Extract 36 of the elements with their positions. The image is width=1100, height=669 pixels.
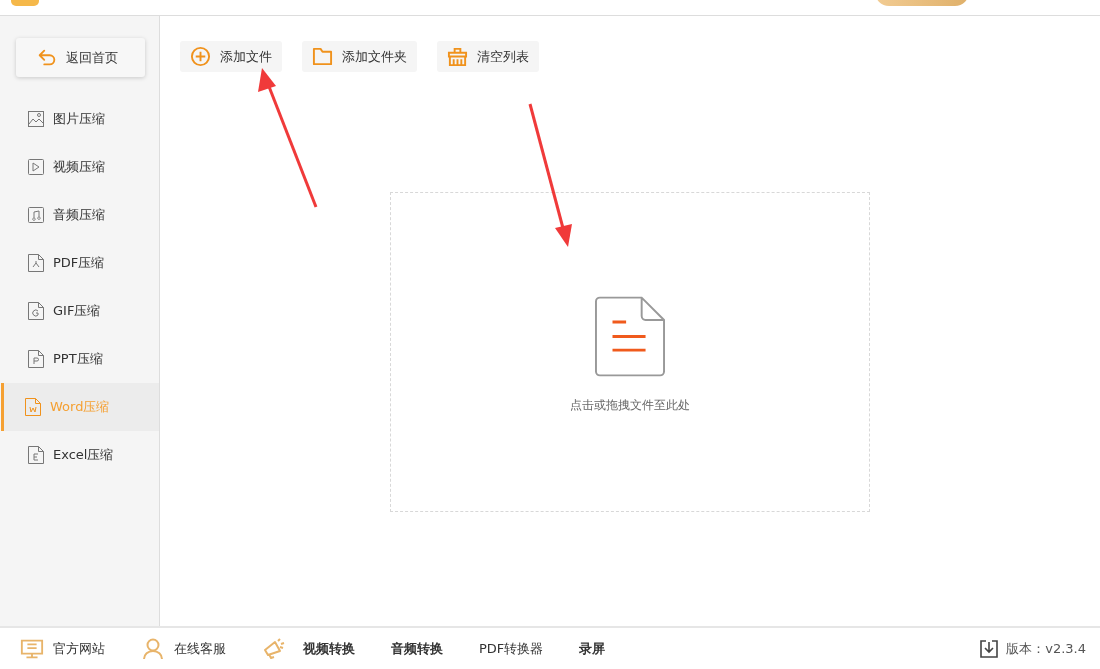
document-icon	[28, 350, 44, 368]
plus-circle-icon	[190, 46, 211, 67]
footer-link[interactable]: PDF转换器	[479, 639, 544, 658]
document-icon	[28, 254, 44, 272]
sidebar-item[interactable]: PDF压缩	[1, 239, 159, 287]
footer-link[interactable]: 视频转换	[303, 639, 355, 658]
back-home-button[interactable]: 返回首页	[16, 38, 145, 77]
basket-icon	[447, 46, 468, 67]
sidebar-item[interactable]: Excel压缩	[1, 431, 159, 479]
folder-icon	[312, 46, 333, 67]
person-icon	[141, 637, 165, 660]
version-label: 版本：v2.3.4	[1006, 639, 1086, 658]
sidebar-item[interactable]: PPT压缩	[1, 335, 159, 383]
document-icon	[28, 302, 44, 320]
sidebar-item[interactable]: 视频压缩	[1, 143, 159, 191]
music-icon	[28, 206, 44, 224]
footer-link[interactable]: 录屏	[579, 639, 606, 658]
monitor-icon	[20, 637, 44, 660]
drop-hint: 点击或拖拽文件至此处	[570, 397, 690, 414]
play-icon	[28, 158, 44, 176]
image-icon	[28, 110, 44, 128]
document-icon	[25, 398, 41, 416]
add-folder-button[interactable]: 添加文件夹	[302, 41, 417, 72]
download-icon	[980, 639, 999, 658]
document-icon	[28, 446, 44, 464]
footer-link[interactable]: 官方网站	[53, 639, 105, 658]
sidebar-item[interactable]: GIF压缩	[1, 287, 159, 335]
sidebar-item[interactable]: 音频压缩	[1, 191, 159, 239]
footer-link[interactable]: 音频转换	[391, 639, 443, 658]
footer-link[interactable]: 在线客服	[174, 639, 226, 658]
clear-list-button[interactable]: 清空列表	[437, 41, 539, 72]
drop-zone[interactable]: 点击或拖拽文件至此处	[390, 192, 870, 512]
add-file-button[interactable]: 添加文件	[180, 41, 282, 72]
document-icon	[595, 296, 665, 377]
sidebar-item[interactable]: 图片压缩	[1, 95, 159, 143]
megaphone-icon	[262, 637, 286, 660]
